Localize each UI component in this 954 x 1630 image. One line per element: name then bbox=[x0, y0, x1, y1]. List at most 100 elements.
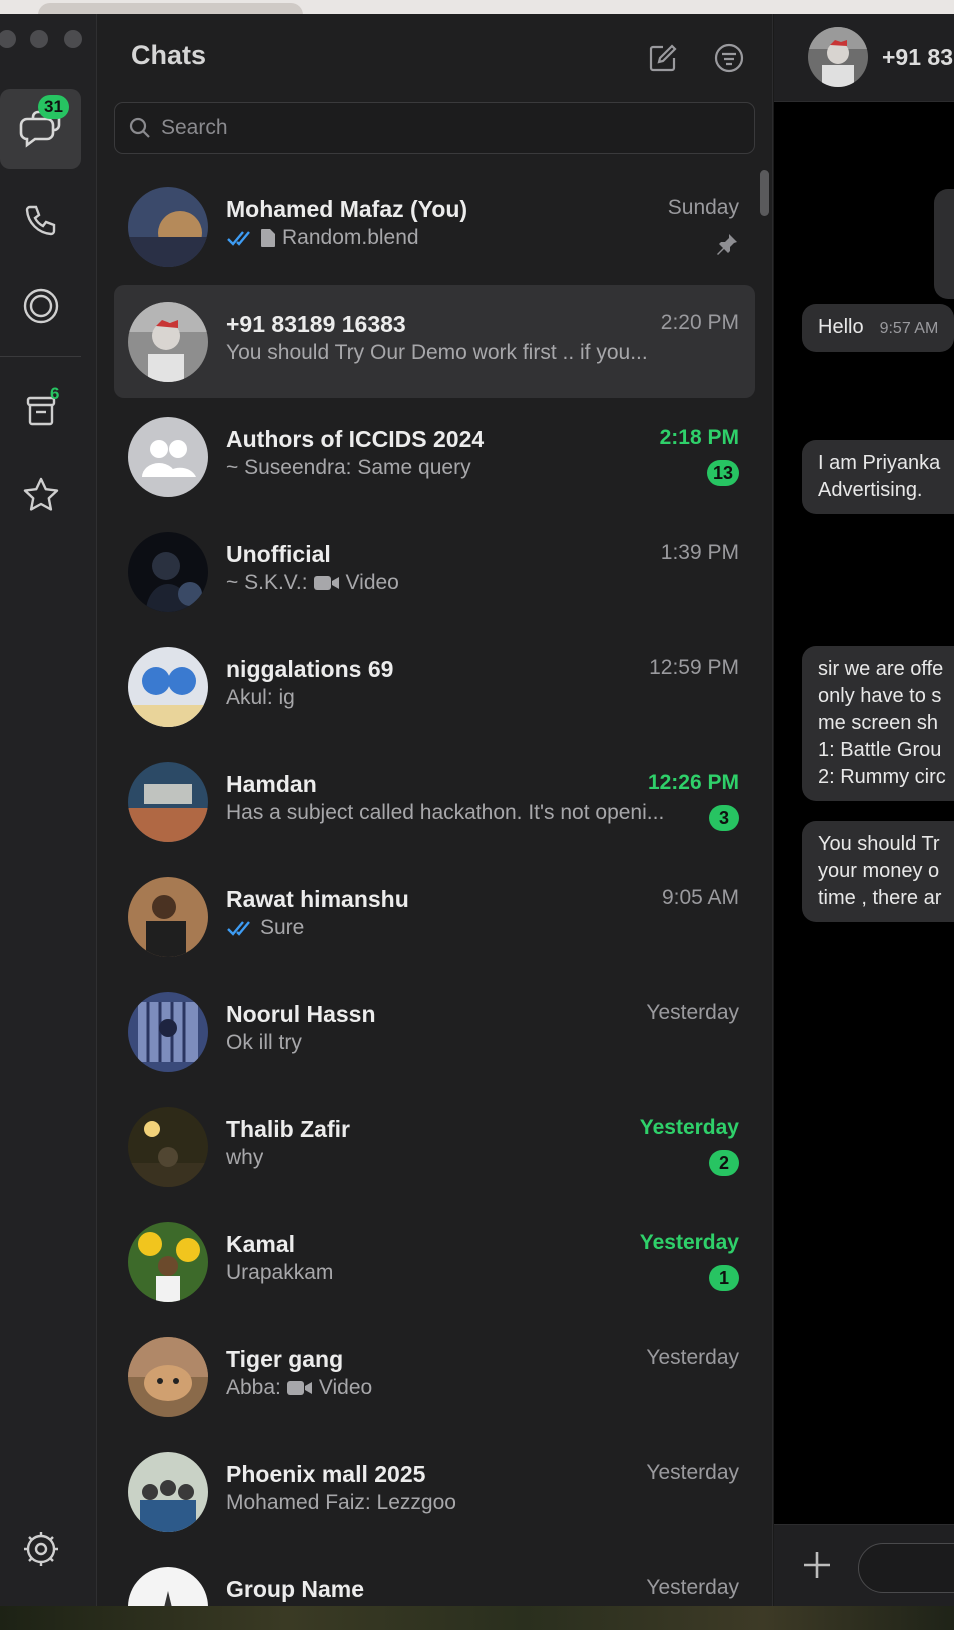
chat-name: Authors of ICCIDS 2024 bbox=[226, 426, 485, 452]
filter-icon[interactable] bbox=[713, 42, 745, 74]
chat-name: Unofficial bbox=[226, 541, 331, 567]
preview-text: Video bbox=[345, 571, 399, 594]
unread-badge: 1 bbox=[709, 1265, 739, 1291]
contact-name: +91 83 bbox=[882, 44, 953, 70]
chat-row[interactable]: Rawat himanshu 9:05 AM Sure bbox=[114, 860, 755, 973]
avatar bbox=[128, 1337, 208, 1417]
chat-time: 12:26 PM bbox=[647, 771, 739, 794]
chat-time: 12:59 PM bbox=[649, 656, 739, 679]
message-bubble: sir we are offe only have to s me screen… bbox=[802, 646, 954, 801]
preview-text: Has a subject called hackathon. It's not… bbox=[226, 801, 665, 824]
sidebar-item-chats[interactable]: 31 bbox=[0, 89, 81, 169]
new-chat-icon[interactable] bbox=[647, 42, 679, 74]
minimize-window-button[interactable] bbox=[30, 30, 48, 48]
chat-preview: Has a subject called hackathon. It's not… bbox=[226, 801, 664, 825]
chat-name: Hamdan bbox=[226, 771, 317, 797]
chat-list-scrollbar[interactable] bbox=[760, 170, 769, 216]
avatar bbox=[128, 877, 208, 957]
preview-text: Ok ill try bbox=[226, 1031, 302, 1054]
rail-divider bbox=[0, 356, 81, 357]
document-icon bbox=[261, 229, 275, 247]
message-text: Hello bbox=[818, 316, 864, 338]
chat-row[interactable]: Noorul Hassn Yesterday Ok ill try bbox=[114, 975, 755, 1088]
left-rail: 31 6 bbox=[0, 14, 97, 1606]
sidebar-item-settings[interactable] bbox=[0, 1509, 81, 1589]
chat-preview: Abba: Video bbox=[226, 1376, 372, 1400]
chat-preview: Urapakkam bbox=[226, 1261, 333, 1285]
double-check-icon bbox=[227, 921, 250, 936]
chat-name: Kamal bbox=[226, 1231, 296, 1257]
avatar bbox=[128, 1222, 208, 1302]
chat-row[interactable]: Tiger gang Yesterday Abba: Video bbox=[114, 1320, 755, 1433]
chat-preview: Akul: ig bbox=[226, 686, 295, 710]
preview-text: Video bbox=[318, 1376, 373, 1399]
chat-preview: ~ S.K.V.: Video bbox=[226, 571, 399, 595]
video-camera-icon bbox=[286, 1381, 312, 1395]
chat-row[interactable]: Kamal Yesterday Urapakkam 1 bbox=[114, 1205, 755, 1318]
window-top-strip bbox=[0, 0, 954, 17]
attach-plus-icon[interactable] bbox=[801, 1549, 833, 1581]
chat-time: 9:05 AM bbox=[661, 886, 739, 909]
avatar bbox=[128, 187, 208, 267]
double-check-icon bbox=[227, 231, 250, 246]
chat-preview: Random.blend bbox=[226, 226, 419, 250]
message-input[interactable] bbox=[858, 1543, 954, 1593]
avatar bbox=[128, 1107, 208, 1187]
sidebar-item-starred[interactable] bbox=[0, 454, 81, 534]
archived-count-badge: 6 bbox=[50, 384, 60, 403]
chat-time: Yesterday bbox=[646, 1461, 739, 1484]
chat-preview: ~ Suseendra: Same query bbox=[226, 456, 471, 480]
preview-sender: Abba: bbox=[226, 1376, 281, 1399]
chat-row[interactable]: Authors of ICCIDS 2024 2:18 PM ~ Suseendra… bbox=[114, 400, 755, 513]
avatar bbox=[128, 302, 208, 382]
chat-time: Yesterday bbox=[639, 1231, 739, 1254]
status-ring-icon bbox=[23, 288, 58, 324]
page-title: Chats bbox=[131, 40, 207, 70]
preview-text: Sure bbox=[260, 916, 305, 939]
message-composer bbox=[774, 1524, 954, 1606]
chat-time: Sunday bbox=[667, 196, 739, 219]
chat-row[interactable]: Mohamed Mafaz (You) Sunday Random.blend bbox=[114, 170, 755, 283]
chat-row[interactable]: Unofficial 1:39 PM ~ S.K.V.: Video bbox=[114, 515, 755, 628]
sidebar-item-archived[interactable]: 6 bbox=[0, 370, 81, 450]
chat-row[interactable]: Hamdan 12:26 PM Has a subject called hacka… bbox=[114, 745, 755, 858]
zoom-window-button[interactable] bbox=[64, 30, 82, 48]
chat-time: 2:18 PM bbox=[659, 426, 739, 449]
desktop-background-strip bbox=[0, 1606, 954, 1630]
chat-name: Rawat himanshu bbox=[226, 886, 409, 912]
chat-row[interactable]: Thalib Zafir Yesterday why 2 bbox=[114, 1090, 755, 1203]
chat-row[interactable]: +91 83189 16383 2:20 PM You should Try Our… bbox=[114, 285, 755, 398]
app-window: 31 6 Chats Search Mohamed Mafaz (You) Su… bbox=[0, 14, 954, 1606]
close-window-button[interactable] bbox=[0, 30, 16, 48]
chat-preview: Ok ill try bbox=[226, 1031, 302, 1055]
contact-avatar[interactable] bbox=[808, 27, 868, 87]
conversation-pane: +91 83 Hello 9:57 AM I am Priyanka Advert… bbox=[774, 14, 954, 1606]
chat-preview: You should Try Our Demo work first .. if… bbox=[226, 341, 648, 365]
preview-text: why bbox=[226, 1146, 264, 1169]
chat-row[interactable]: niggalations 69 12:59 PM Akul: ig bbox=[114, 630, 755, 743]
message-time: 9:57 AM bbox=[879, 320, 939, 337]
chat-preview: Sure bbox=[226, 916, 304, 940]
pin-icon bbox=[717, 234, 737, 255]
preview-text: Urapakkam bbox=[226, 1261, 334, 1284]
preview-text: Akul: ig bbox=[226, 686, 295, 709]
chat-row[interactable]: Group Name Yesterday bbox=[114, 1550, 755, 1606]
search-bar[interactable] bbox=[114, 102, 755, 154]
chat-name: Phoenix mall 2025 bbox=[226, 1461, 426, 1487]
chat-time: Yesterday bbox=[639, 1116, 739, 1139]
unread-badge: 3 bbox=[709, 805, 739, 831]
preview-text: Mohamed Faiz: Lezzgoo bbox=[226, 1491, 456, 1514]
chat-list-panel: Chats Mohamed Mafaz (You) Sunday Random.bl… bbox=[97, 14, 773, 1606]
chat-time: Yesterday bbox=[646, 1001, 739, 1024]
chat-name: +91 83189 16383 bbox=[226, 311, 406, 337]
unread-badge: 13 bbox=[706, 460, 739, 486]
chat-preview: Mohamed Faiz: Lezzgoo bbox=[226, 1491, 456, 1515]
conversation-header[interactable]: +91 83 bbox=[774, 14, 954, 102]
sidebar-item-calls[interactable] bbox=[0, 180, 81, 260]
avatar bbox=[128, 1567, 208, 1606]
chat-time: Yesterday bbox=[646, 1576, 739, 1599]
search-input[interactable] bbox=[161, 116, 721, 140]
sidebar-item-status[interactable] bbox=[0, 266, 81, 346]
preview-sender: ~ S.K.V.: bbox=[226, 571, 308, 594]
chat-row[interactable]: Phoenix mall 2025 Yesterday Mohamed Faiz: … bbox=[114, 1435, 755, 1548]
